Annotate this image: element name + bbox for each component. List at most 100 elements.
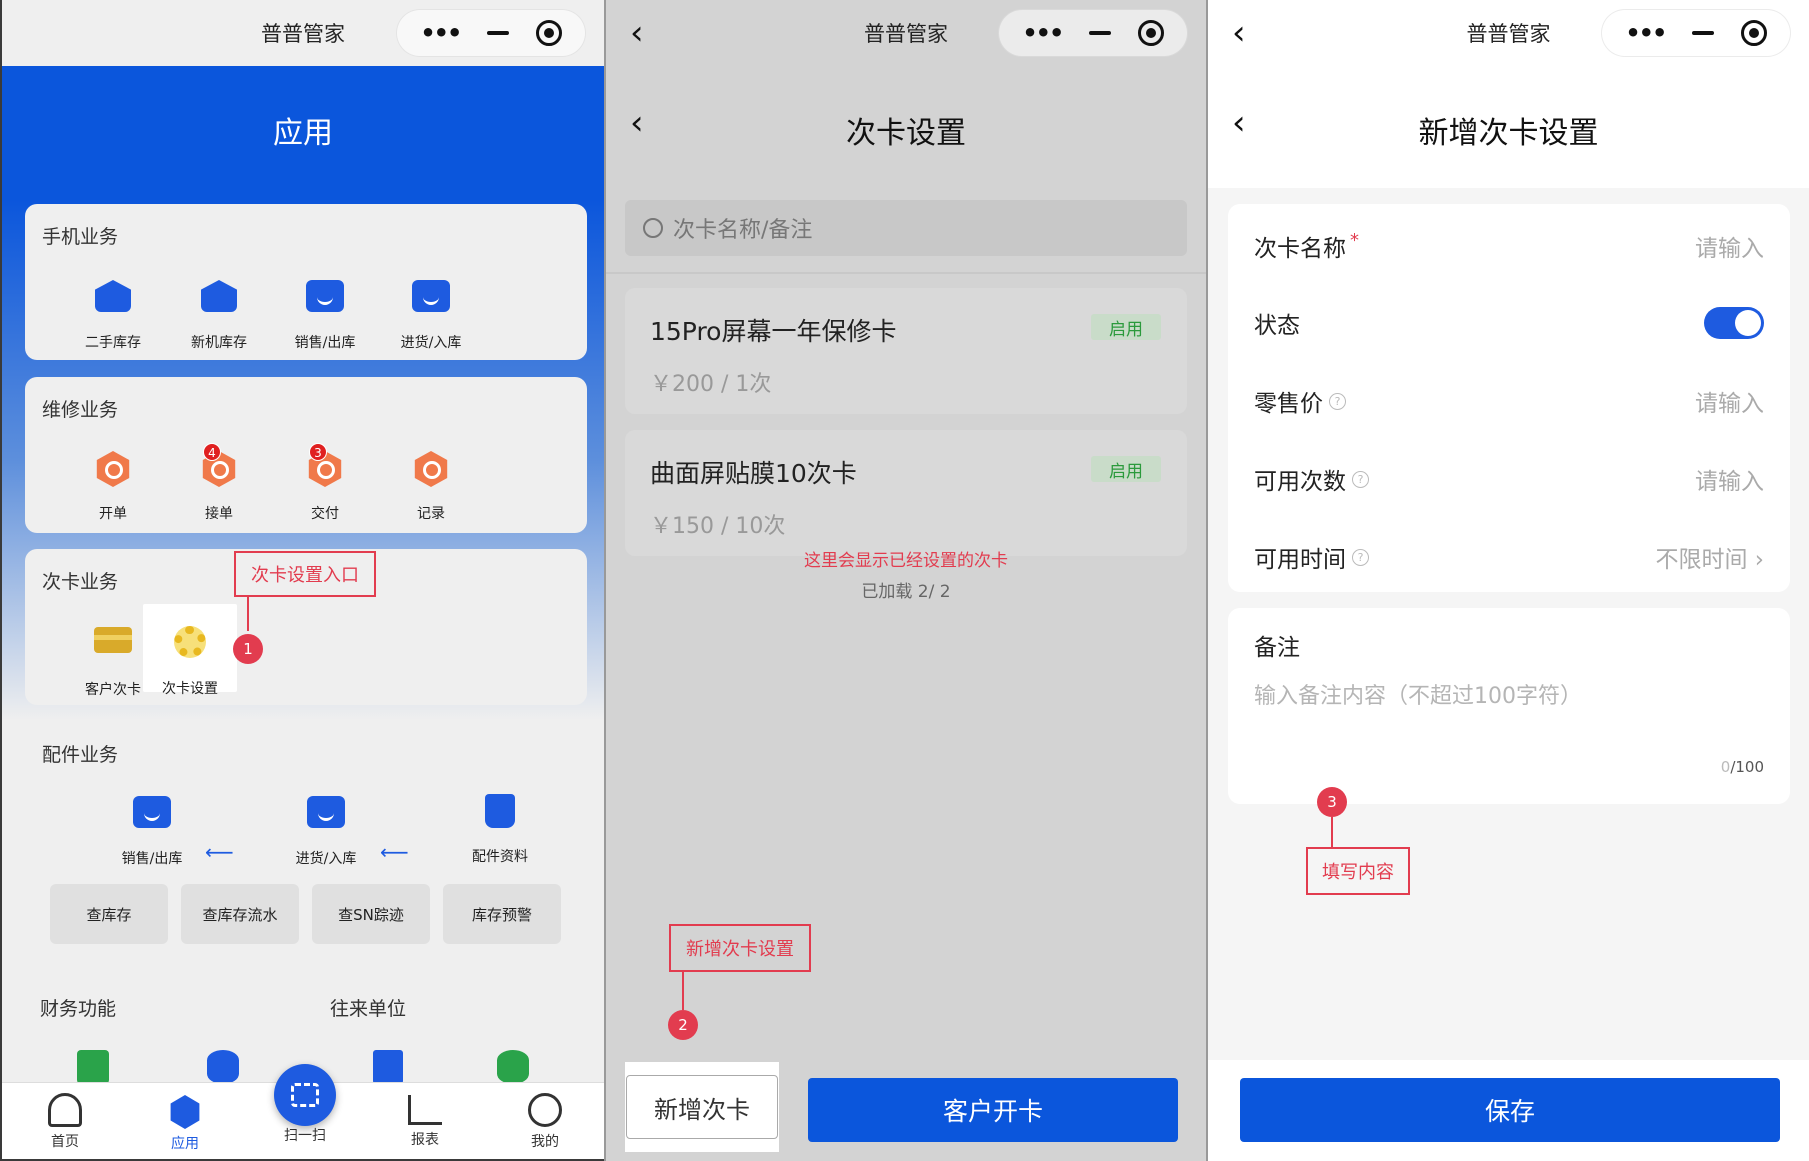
annotation-line	[1331, 817, 1333, 847]
app-records[interactable]: 记录	[386, 447, 476, 523]
capsule-menu[interactable]: •••	[396, 9, 586, 57]
tab-reports[interactable]: 报表	[383, 1083, 467, 1159]
btn-stock-alert[interactable]: 库存预警	[443, 884, 561, 944]
app-deliver[interactable]: 3 交付	[280, 443, 370, 523]
building-icon[interactable]	[373, 1050, 403, 1084]
add-card-button[interactable]: 新增次卡	[626, 1075, 778, 1139]
card-settings-panel: ‹ 普普管家 ••• ‹ 次卡设置 次卡名称/备注 15Pro屏幕一年保修卡 ￥…	[606, 0, 1206, 1161]
field-period[interactable]: 可用时间? 不限时间 ›	[1228, 518, 1790, 596]
field-card-name[interactable]: 次卡名称 * 请输入	[1228, 207, 1790, 285]
field-label: 次卡名称 *	[1254, 229, 1359, 263]
card-item[interactable]: 15Pro屏幕一年保修卡 ￥200 / 1次 启用	[625, 288, 1187, 414]
database-icon[interactable]	[207, 1050, 239, 1084]
memo-textarea[interactable]: 输入备注内容（不超过100字符）	[1254, 678, 1582, 710]
period-select[interactable]: 不限时间 ›	[1655, 540, 1764, 574]
help-icon[interactable]: ?	[1352, 548, 1369, 566]
section-phone-business: 手机业务 二手库存 新机库存 销售/出库 进货/入库	[25, 204, 587, 360]
app-label: 新机库存	[191, 335, 247, 351]
card-settings-highlight[interactable]: 次卡设置	[143, 604, 237, 697]
card-price: ￥150 / 10次	[650, 514, 786, 539]
field-label: 可用时间?	[1254, 540, 1369, 574]
annotation-card-entry: 次卡设置入口	[234, 551, 376, 597]
add-card-highlight[interactable]: 新增次卡	[625, 1062, 779, 1152]
annotation-add-card: 新增次卡设置	[669, 924, 811, 972]
annotation-step-1: 1	[233, 634, 263, 664]
search-input[interactable]: 次卡名称/备注	[625, 200, 1187, 256]
section-title: 手机业务	[42, 226, 119, 248]
scan-button[interactable]	[274, 1064, 336, 1126]
app-used-stock[interactable]: 二手库存	[68, 274, 158, 352]
more-icon[interactable]: •••	[1022, 19, 1064, 47]
card-name-input[interactable]: 请输入	[1695, 229, 1764, 263]
minimize-icon[interactable]	[1089, 31, 1112, 35]
app-parts-info[interactable]: 配件资料	[455, 790, 545, 866]
app-parts-purchase[interactable]: 进货/入库	[281, 790, 371, 868]
tab-apps[interactable]: 应用	[143, 1083, 227, 1159]
tab-mine[interactable]: 我的	[503, 1083, 587, 1159]
tab-label: 报表	[411, 1132, 439, 1148]
card-name: 15Pro屏幕一年保修卡	[650, 317, 897, 346]
money-icon[interactable]	[77, 1050, 109, 1084]
status-toggle[interactable]	[1704, 307, 1764, 339]
help-icon[interactable]: ?	[1352, 470, 1369, 488]
capsule-menu[interactable]: •••	[998, 9, 1188, 57]
tab-home[interactable]: 首页	[23, 1083, 107, 1159]
loaded-count: 已加载 2/ 2	[861, 582, 951, 602]
mini-program-title: 普普管家	[864, 22, 948, 46]
btn-check-stock[interactable]: 查库存	[50, 884, 168, 944]
btn-stock-flow[interactable]: 查库存流水	[181, 884, 299, 944]
minimize-icon[interactable]	[1692, 31, 1715, 35]
app-label: 交付	[311, 506, 339, 522]
minimize-icon[interactable]	[487, 31, 510, 35]
status-bar: ‹ 普普管家 •••	[606, 0, 1206, 66]
back-icon[interactable]: ‹	[630, 16, 644, 50]
capsule-menu[interactable]: •••	[1601, 9, 1791, 57]
close-target-icon[interactable]	[1137, 20, 1164, 46]
status-badge: 启用	[1091, 314, 1161, 340]
card-icon	[94, 627, 132, 653]
card-item[interactable]: 曲面屏贴膜10次卡 ￥150 / 10次 启用	[625, 430, 1187, 556]
close-target-icon[interactable]	[535, 20, 562, 46]
page-title: 新增次卡设置	[1418, 116, 1599, 151]
app-new-stock[interactable]: 新机库存	[174, 274, 264, 352]
annotation-fill-content: 填写内容	[1306, 847, 1410, 895]
save-button[interactable]: 保存	[1240, 1078, 1780, 1142]
wrench-icon	[96, 451, 130, 487]
app-label: 二手库存	[85, 335, 141, 351]
app-label: 接单	[205, 506, 233, 522]
more-icon[interactable]: •••	[1625, 19, 1667, 47]
char-max: /100	[1730, 758, 1764, 776]
gear-icon	[174, 626, 206, 658]
section-title: 往来单位	[330, 998, 407, 1020]
app-parts-sales[interactable]: 销售/出库	[107, 790, 197, 868]
times-input[interactable]: 请输入	[1695, 462, 1764, 496]
help-icon[interactable]: ?	[1329, 392, 1346, 410]
search-icon	[643, 218, 663, 238]
field-times[interactable]: 可用次数? 请输入	[1228, 440, 1790, 518]
more-icon[interactable]: •••	[420, 19, 462, 47]
char-counter: 0/100	[1721, 758, 1764, 776]
home-icon	[48, 1093, 82, 1127]
arrow-left-icon: ⟵	[380, 840, 409, 864]
tab-label: 首页	[51, 1134, 79, 1150]
mini-program-title: 普普管家	[1466, 22, 1551, 46]
tab-label: 应用	[171, 1136, 199, 1152]
retail-price-input[interactable]: 请输入	[1695, 384, 1764, 418]
btn-sn-trace[interactable]: 查SN踪迹	[312, 884, 430, 944]
section-title: 次卡业务	[42, 571, 119, 593]
divider	[606, 272, 1206, 274]
status-badge: 启用	[1091, 456, 1161, 482]
app-accept-order[interactable]: 4 接单	[174, 443, 264, 523]
database-icon[interactable]	[497, 1050, 529, 1084]
back-icon[interactable]: ‹	[1232, 16, 1246, 50]
app-sales-out[interactable]: 销售/出库	[280, 274, 370, 352]
app-card-settings[interactable]: 次卡设置	[145, 620, 235, 698]
app-open-order[interactable]: 开单	[68, 447, 158, 523]
field-retail-price[interactable]: 零售价? 请输入	[1228, 362, 1790, 440]
open-card-button[interactable]: 客户开卡	[808, 1078, 1178, 1142]
close-target-icon[interactable]	[1740, 20, 1767, 46]
app-purchase-in[interactable]: 进货/入库	[386, 274, 476, 352]
section-repair-business: 维修业务 开单 4 接单 3 交付 记录	[25, 377, 587, 533]
annotation-step-3: 3	[1317, 787, 1347, 817]
house-stock-icon	[201, 280, 237, 312]
